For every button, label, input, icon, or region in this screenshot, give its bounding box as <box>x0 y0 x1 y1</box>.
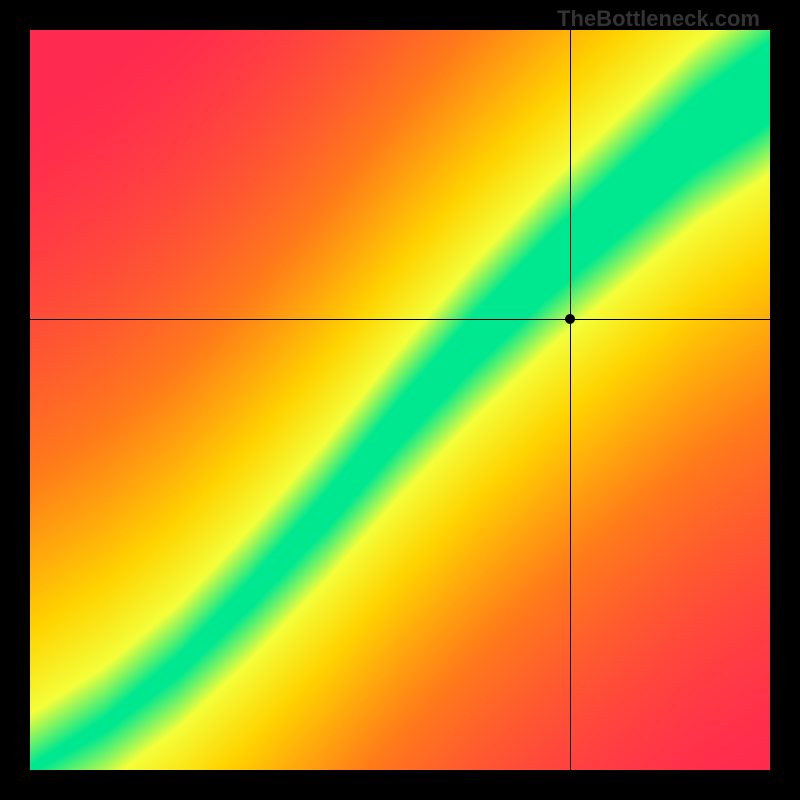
chart-container: TheBottleneck.com <box>0 0 800 800</box>
crosshair-horizontal <box>30 319 770 320</box>
crosshair-vertical <box>570 30 571 770</box>
heatmap-canvas <box>30 30 770 770</box>
marker-dot <box>565 314 575 324</box>
watermark-text: TheBottleneck.com <box>557 6 760 32</box>
plot-area <box>30 30 770 770</box>
